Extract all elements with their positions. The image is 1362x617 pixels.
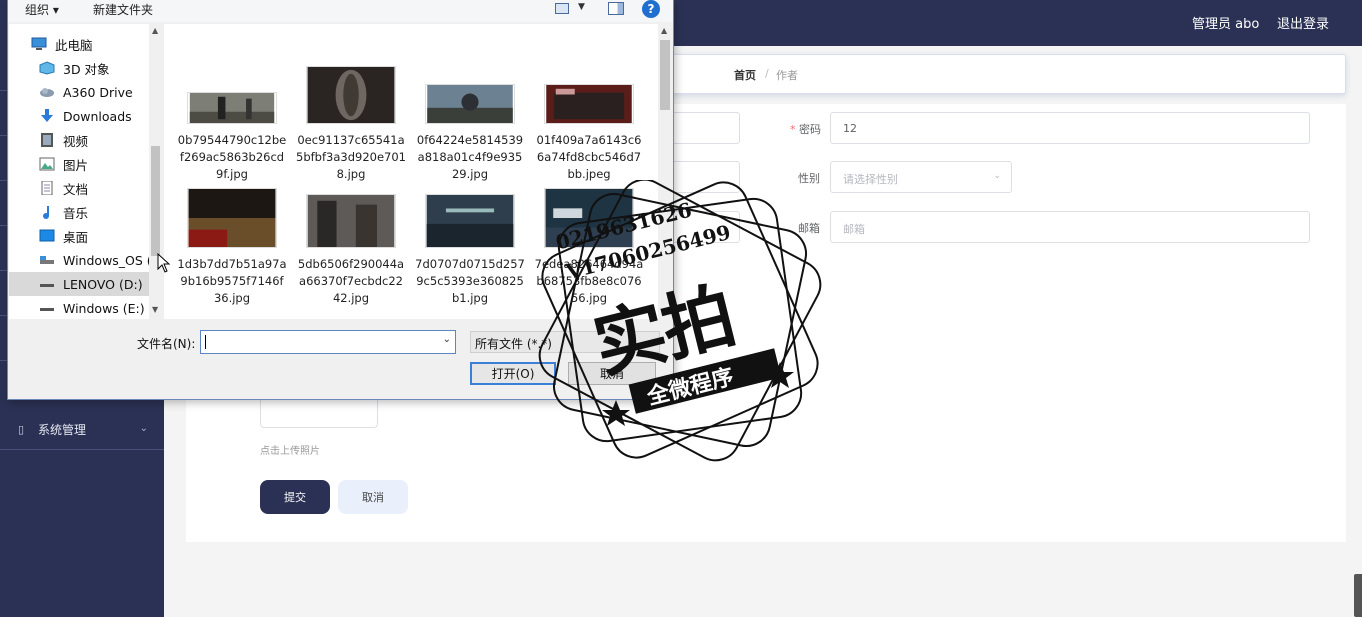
file-item[interactable]: 5db6506f290044aa66370f7ecbdc2242.jpg: [296, 194, 406, 307]
navigation-pane: 此电脑 3D 对象 A360 Drive Downloads 视频 图片 文档: [9, 24, 162, 319]
gender-select[interactable]: 请选择性别 ⌄: [830, 161, 1012, 193]
gender-label: 性别: [798, 172, 820, 185]
chevron-down-icon: ⌄: [139, 423, 148, 434]
file-item[interactable]: 0b79544790c12bef269ac5863b26cd9f.jpg: [177, 92, 287, 183]
scroll-up-icon[interactable]: ▲: [152, 26, 158, 35]
desktop-icon: [39, 229, 55, 242]
filetype-select[interactable]: 所有文件 (*.*): [470, 331, 660, 353]
help-icon[interactable]: ?: [642, 0, 660, 18]
cancel-button[interactable]: 取消: [338, 480, 408, 514]
email-input[interactable]: 邮箱: [830, 211, 1310, 243]
organize-menu[interactable]: 组织 ▾: [25, 1, 59, 18]
view-options-icon[interactable]: [555, 3, 569, 14]
sidebar-item-system-management[interactable]: ▯ 系统管理 ⌄: [0, 410, 164, 450]
filename-input[interactable]: ⌄: [200, 330, 456, 354]
nav-item-downloads[interactable]: Downloads: [9, 104, 149, 128]
open-button[interactable]: 打开(O): [470, 362, 556, 385]
cube-icon: [39, 61, 55, 75]
file-item[interactable]: 01f409a7a6143c66a74fd8cbc546d7bb.jpeg: [534, 84, 644, 183]
film-icon: [41, 133, 53, 147]
image-thumbnail: [544, 188, 634, 248]
nav-item-drive-d[interactable]: LENOVO (D:): [9, 272, 149, 296]
nav-scrollbar[interactable]: ▲ ▼: [149, 24, 162, 319]
nav-item-drive-c[interactable]: Windows_OS (C: [9, 248, 149, 272]
logout-link[interactable]: 退出登录: [1277, 13, 1329, 32]
nav-item-this-pc[interactable]: 此电脑: [9, 32, 149, 56]
image-thumbnail: [187, 188, 277, 248]
breadcrumb-current: 作者: [776, 69, 798, 82]
file-open-dialog: 组织 ▾ 新建文件夹 ▼ ? 此电脑 3D 对象 A360 Drive Down…: [7, 0, 674, 400]
chevron-down-icon[interactable]: ⌄: [443, 334, 451, 345]
document-icon: [41, 181, 53, 195]
nav-item-documents[interactable]: 文档: [9, 176, 149, 200]
photo-upload-box[interactable]: [260, 396, 378, 428]
mouse-pointer-icon: [157, 253, 171, 273]
breadcrumb-separator: /: [765, 67, 769, 80]
scroll-up-icon[interactable]: ▲: [661, 26, 667, 35]
file-item[interactable]: 7d0707d0715d2579c5c5393e360825b1.jpg: [415, 194, 525, 307]
dialog-toolbar: 组织 ▾ 新建文件夹 ▼ ?: [8, 0, 673, 22]
dialog-cancel-button[interactable]: 取消: [568, 362, 656, 385]
picture-icon: [39, 157, 55, 171]
file-item[interactable]: 7edea826464d94ab68753fb8e8c07656.jpg: [534, 188, 644, 307]
image-thumbnail: [306, 66, 396, 124]
preview-pane-icon[interactable]: [608, 2, 624, 15]
image-thumbnail: [306, 194, 396, 248]
nav-item-desktop[interactable]: 桌面: [9, 224, 149, 248]
page-scrollbar[interactable]: [1354, 574, 1362, 617]
file-item[interactable]: 1d3b7dd7b51a97a9b16b9575f7146f36.jpg: [177, 188, 287, 307]
image-thumbnail: [544, 84, 634, 124]
scroll-thumb[interactable]: [660, 40, 670, 110]
image-thumbnail: [425, 84, 515, 124]
image-thumbnail: [425, 194, 515, 248]
file-list-pane: 0b79544790c12bef269ac5863b26cd9f.jpg 0ec…: [164, 24, 672, 319]
nav-item-music[interactable]: 音乐: [9, 200, 149, 224]
nav-item-3d-objects[interactable]: 3D 对象: [9, 56, 149, 80]
phone-icon: ▯: [18, 422, 25, 436]
text-caret: [205, 335, 206, 349]
scroll-thumb[interactable]: [151, 146, 160, 256]
nav-item-videos[interactable]: 视频: [9, 128, 149, 152]
new-folder-button[interactable]: 新建文件夹: [93, 1, 153, 18]
file-scrollbar[interactable]: ▲: [658, 24, 672, 319]
password-input[interactable]: 12: [830, 112, 1310, 144]
cloud-drive-icon: [40, 88, 54, 97]
file-item[interactable]: 0ec91137c65541a5bfbf3a3d920e7018.jpg: [296, 66, 406, 183]
submit-button[interactable]: 提交: [260, 480, 330, 514]
password-label: * 密码: [790, 123, 821, 136]
image-thumbnail: [187, 92, 277, 124]
drive-icon: [40, 256, 54, 264]
drive-icon: [40, 284, 54, 287]
computer-icon: [31, 37, 47, 50]
music-note-icon: [43, 206, 49, 219]
chevron-down-icon: ⌄: [993, 171, 1001, 181]
drive-icon: [40, 308, 54, 311]
filename-label: 文件名(N):: [137, 337, 196, 351]
nav-item-drive-e[interactable]: Windows (E:): [9, 296, 149, 319]
file-item[interactable]: 0f64224e5814539a818a01c4f9e93529.jpg: [415, 84, 525, 183]
email-label: 邮箱: [798, 222, 820, 235]
view-caret-icon[interactable]: ▼: [578, 2, 585, 12]
current-user[interactable]: 管理员 abo: [1192, 13, 1259, 32]
sidebar-item-label: 系统管理: [38, 423, 87, 437]
nav-item-pictures[interactable]: 图片: [9, 152, 149, 176]
scroll-down-icon[interactable]: ▼: [152, 305, 158, 314]
nav-item-a360-drive[interactable]: A360 Drive: [9, 80, 149, 104]
breadcrumb-home[interactable]: 首页: [734, 67, 756, 83]
upload-hint: 点击上传照片: [260, 446, 320, 457]
download-arrow-icon: [41, 109, 53, 122]
